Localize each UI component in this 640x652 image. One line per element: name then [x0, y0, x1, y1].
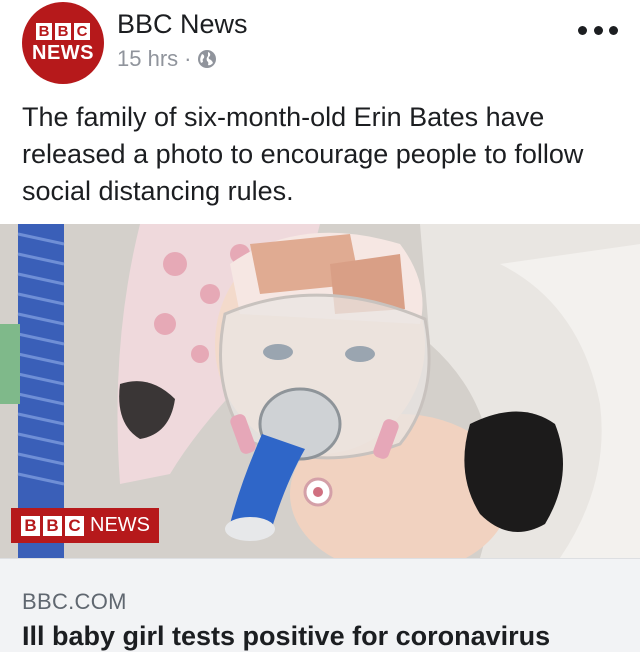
- bbc-logo-blocks: B B C: [36, 23, 90, 40]
- watermark-letter: B: [21, 515, 40, 536]
- post-timestamp[interactable]: 15 hrs: [117, 46, 178, 72]
- meta-separator: ·: [184, 46, 192, 71]
- more-dots-icon: [593, 25, 603, 35]
- post-header: B B C NEWS BBC News 15 hrs ·: [0, 0, 640, 88]
- more-dots-icon: [578, 25, 587, 35]
- more-dots-icon: [609, 25, 618, 35]
- watermark-letter: C: [65, 515, 84, 536]
- bbc-news-watermark: B B C NEWS: [11, 508, 159, 543]
- watermark-letter: B: [43, 515, 62, 536]
- page-name-link[interactable]: BBC News: [117, 9, 248, 40]
- globe-icon[interactable]: [197, 49, 217, 69]
- bbc-logo-letter: B: [55, 23, 71, 40]
- link-domain: BBC.COM: [22, 589, 127, 614]
- link-title[interactable]: Ill baby girl tests positive for coronav…: [22, 621, 550, 652]
- bbc-logo-letter: C: [74, 23, 90, 40]
- page-avatar[interactable]: B B C NEWS: [22, 2, 104, 84]
- more-options-button[interactable]: [578, 20, 618, 40]
- post-meta: 15 hrs ·: [117, 46, 217, 72]
- link-preview[interactable]: BBC.COM Ill baby girl tests positive for…: [0, 558, 640, 652]
- post-message: The family of six-month-old Erin Bates h…: [22, 102, 584, 206]
- bbc-logo-letter: B: [36, 23, 52, 40]
- bbc-logo-word: NEWS: [32, 42, 94, 64]
- watermark-word: NEWS: [90, 514, 150, 536]
- news-feed-post: B B C NEWS BBC News 15 hrs · The family …: [0, 0, 640, 652]
